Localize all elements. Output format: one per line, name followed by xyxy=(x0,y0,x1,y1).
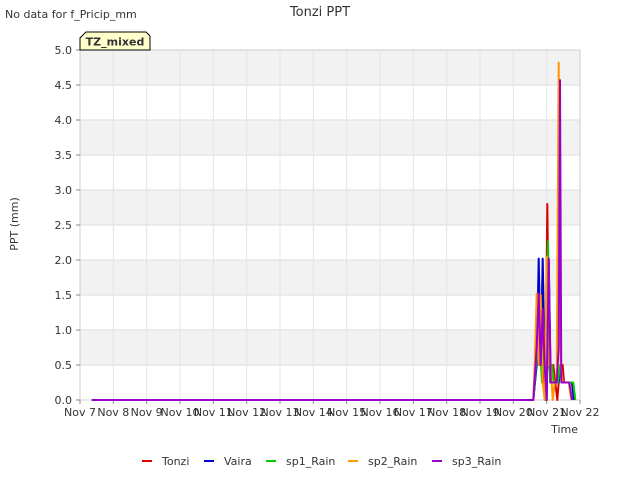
grid-band xyxy=(80,330,580,365)
x-tick-label: Nov 8 xyxy=(97,406,129,419)
badge-text: TZ_mixed xyxy=(86,36,145,49)
y-tick-label: 2.5 xyxy=(55,219,73,232)
legend-label: sp3_Rain xyxy=(452,455,501,468)
grid-band xyxy=(80,50,580,85)
y-tick-label: 5.0 xyxy=(55,44,73,57)
legend-item: Tonzi xyxy=(142,455,189,468)
legend-label: sp2_Rain xyxy=(368,455,417,468)
legend-item: Vaira xyxy=(204,455,252,468)
y-tick-label: 4.5 xyxy=(55,79,73,92)
badge: TZ_mixed xyxy=(79,31,151,51)
y-tick-label: 3.0 xyxy=(55,184,73,197)
y-tick-label: 2.0 xyxy=(55,254,73,267)
grid-band xyxy=(80,260,580,295)
chart-title: Tonzi PPT xyxy=(289,5,350,20)
grid-band xyxy=(80,120,580,155)
x-tick-label: Nov 7 xyxy=(64,406,96,419)
no-data-note: No data for f_Pricip_mm xyxy=(5,8,137,21)
x-tick-label: Nov 9 xyxy=(131,406,163,419)
legend-item: sp3_Rain xyxy=(432,455,501,468)
y-tick-label: 4.0 xyxy=(55,114,73,127)
x-axis-label: Time xyxy=(550,423,578,436)
x-tick-label: Nov 22 xyxy=(561,406,600,419)
grid-band xyxy=(80,190,580,225)
y-axis-label: PPT (mm) xyxy=(8,197,21,251)
y-tick-label: 1.5 xyxy=(55,289,73,302)
y-tick-label: 3.5 xyxy=(55,149,73,162)
y-tick-label: 1.0 xyxy=(55,324,73,337)
y-tick-label: 0.5 xyxy=(55,359,73,372)
legend-label: Vaira xyxy=(224,455,252,468)
legend: Tonzi Vaira sp1_Rain sp2_Rain sp3_Rain xyxy=(142,455,501,468)
legend-label: sp1_Rain xyxy=(286,455,335,468)
legend-label: Tonzi xyxy=(161,455,189,468)
legend-item: sp1_Rain xyxy=(266,455,335,468)
legend-item: sp2_Rain xyxy=(348,455,417,468)
chart: Tonzi PPT No data for f_Pricip_mm 0.00.5… xyxy=(5,5,600,468)
